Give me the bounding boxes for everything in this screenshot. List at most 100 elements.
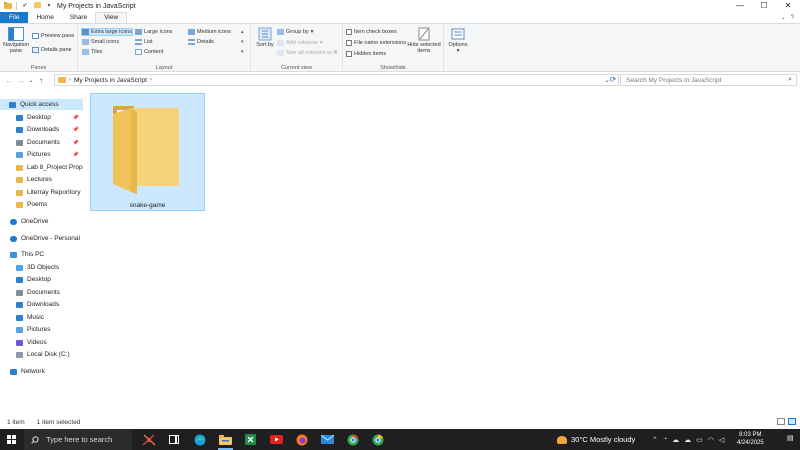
item-check-boxes-checkbox[interactable] [346,29,352,35]
sidebar-item[interactable]: Downloads 📌 [0,124,83,135]
cloud-tray-icon[interactable]: ☁ [672,436,679,444]
edge-icon[interactable] [187,429,213,450]
layout-scroll-down-icon[interactable]: ▾ [241,38,244,46]
folder-item[interactable]: snake-game [90,93,205,211]
file-explorer-icon[interactable] [213,429,239,450]
firefox-icon[interactable] [289,429,315,450]
address-bar[interactable]: › My Projects in JavaScript › ⌄ [54,74,619,86]
back-arrow-icon[interactable]: ← [3,76,15,85]
sidebar-item[interactable]: Quick access [0,99,83,110]
battery-icon[interactable]: ▭ [696,436,703,444]
sidebar-item[interactable]: Music [0,312,83,323]
forward-arrow-icon[interactable]: → [15,76,27,85]
task-view-icon[interactable] [162,429,188,450]
network-tray-icon[interactable]: ◔ [663,436,667,443]
hidden-items-toggle[interactable]: Hidden items [346,50,386,58]
content-option[interactable]: Content [135,48,163,56]
tab-file[interactable]: File [0,12,29,23]
up-arrow-icon[interactable]: ↑ [35,76,47,85]
refresh-icon[interactable]: ⟳ [606,74,620,86]
chrome-icon[interactable] [340,429,366,450]
taskbar-clock[interactable]: 8:03 PM 4/24/2025 [737,432,764,447]
extra-large-icons-option[interactable]: Extra large icons [81,28,133,36]
sidebar-item[interactable]: Videos [0,337,83,348]
folder-icon[interactable] [4,2,12,10]
sidebar-item[interactable]: Poems [0,199,83,210]
sidebar-item-label: Literray Reporitory [27,189,81,196]
pool-app-icon[interactable] [136,429,162,450]
group-by-button[interactable]: Group by ▾ [277,28,313,36]
sidebar-item[interactable]: Pictures [0,324,83,335]
taskbar-search-input[interactable]: Type here to search [46,435,112,444]
medium-icons-option[interactable]: Medium icons [188,28,231,36]
sidebar-item[interactable]: This PC [0,249,83,260]
sidebar-item[interactable]: Literray Reporitory [0,187,83,198]
list-option[interactable]: List [135,38,153,46]
volume-icon[interactable]: ◁ [719,436,724,444]
breadcrumb-item[interactable]: My Projects in JavaScript [74,77,147,84]
panes-label: Panes [30,65,47,71]
file-name-extensions-checkbox[interactable] [346,40,352,46]
sidebar-item[interactable]: Documents [0,287,83,298]
small-icons-option[interactable]: Small icons [82,38,119,46]
properties-check-icon[interactable]: ✔ [21,2,29,10]
sidebar-item[interactable]: Desktop [0,274,83,285]
sidebar-item[interactable]: Pictures 📌 [0,149,83,160]
preview-pane-button[interactable]: Preview pane [32,32,74,40]
show-hidden-icons-chevron-icon[interactable]: ⌃ [652,436,658,444]
start-button[interactable] [0,429,22,450]
sidebar-item-label: Downloads [27,126,60,133]
chrome-profile-icon[interactable] [366,429,392,450]
sidebar-item[interactable]: OneDrive - Personal [0,233,83,244]
options-button[interactable]: Options ▾ [446,27,470,54]
hide-selected-items-button[interactable]: Hide selected items [405,27,443,54]
customize-chevron-icon[interactable]: ▾ [45,2,53,10]
layout-scroll-up-icon[interactable]: ▴ [241,28,244,36]
size-all-columns-button[interactable]: Size all columns to fit [277,49,338,57]
new-folder-icon[interactable] [33,2,41,10]
wifi-icon[interactable]: ◠ [708,436,714,444]
sidebar-item[interactable]: Lab 8_Project Propc [0,162,86,173]
search-input[interactable]: Search My Projects in JavaScript [626,77,721,84]
tiles-option[interactable]: Tiles [82,48,102,56]
sidebar-item[interactable]: 3D Objects [0,262,83,273]
hidden-items-checkbox[interactable] [346,51,352,57]
details-option[interactable]: Details [188,38,214,46]
file-name-extensions-toggle[interactable]: File name extensions [346,39,406,47]
item-check-boxes-toggle[interactable]: Item check boxes [346,28,397,36]
excel-icon[interactable] [238,429,264,450]
breadcrumb-separator[interactable]: › [150,77,152,83]
details-view-icon[interactable] [777,418,785,425]
sidebar-item[interactable]: Lectures [0,174,83,185]
maximize-button[interactable]: ☐ [752,0,776,12]
tab-view[interactable]: View [95,12,128,23]
sidebar-item[interactable]: OneDrive [0,216,83,227]
collapse-ribbon-icon[interactable]: ⌄ [781,14,786,21]
large-icons-view-icon[interactable] [788,418,796,425]
sidebar-item[interactable]: Local Disk (C:) [0,349,83,360]
onedrive-tray-icon[interactable]: ☁ [684,436,691,444]
large-icons-option[interactable]: Large icons [135,28,172,36]
youtube-icon[interactable] [264,429,290,450]
tab-share[interactable]: Share [62,12,95,23]
sidebar-item[interactable]: Network [0,366,83,377]
sidebar-item[interactable]: Desktop 📌 [0,112,83,123]
search-box[interactable]: Search My Projects in JavaScript ⌕ [620,74,797,86]
recent-locations-chevron-icon[interactable]: ⌄ [27,77,35,84]
layout-more-icon[interactable]: ▾ [241,48,244,56]
sort-by-button[interactable]: Sort by [255,27,275,48]
options-icon [451,28,465,40]
add-columns-button[interactable]: Add columns ▾ [277,39,323,47]
help-icon[interactable]: ? [791,15,794,21]
taskbar-search-box[interactable]: Type here to search [24,429,132,450]
sidebar-item[interactable]: Documents 📌 [0,137,83,148]
navigation-pane-button[interactable]: Navigation pane [3,27,29,54]
notifications-icon[interactable]: ▤ [787,434,796,444]
weather-widget[interactable]: 30°C Mostly cloudy [557,429,635,450]
close-button[interactable]: ✕ [776,0,800,12]
mail-icon[interactable] [315,429,341,450]
minimize-button[interactable]: — [728,0,752,12]
details-pane-button[interactable]: Details pane [32,46,72,54]
tab-home[interactable]: Home [28,12,61,23]
sidebar-item[interactable]: Downloads [0,299,83,310]
